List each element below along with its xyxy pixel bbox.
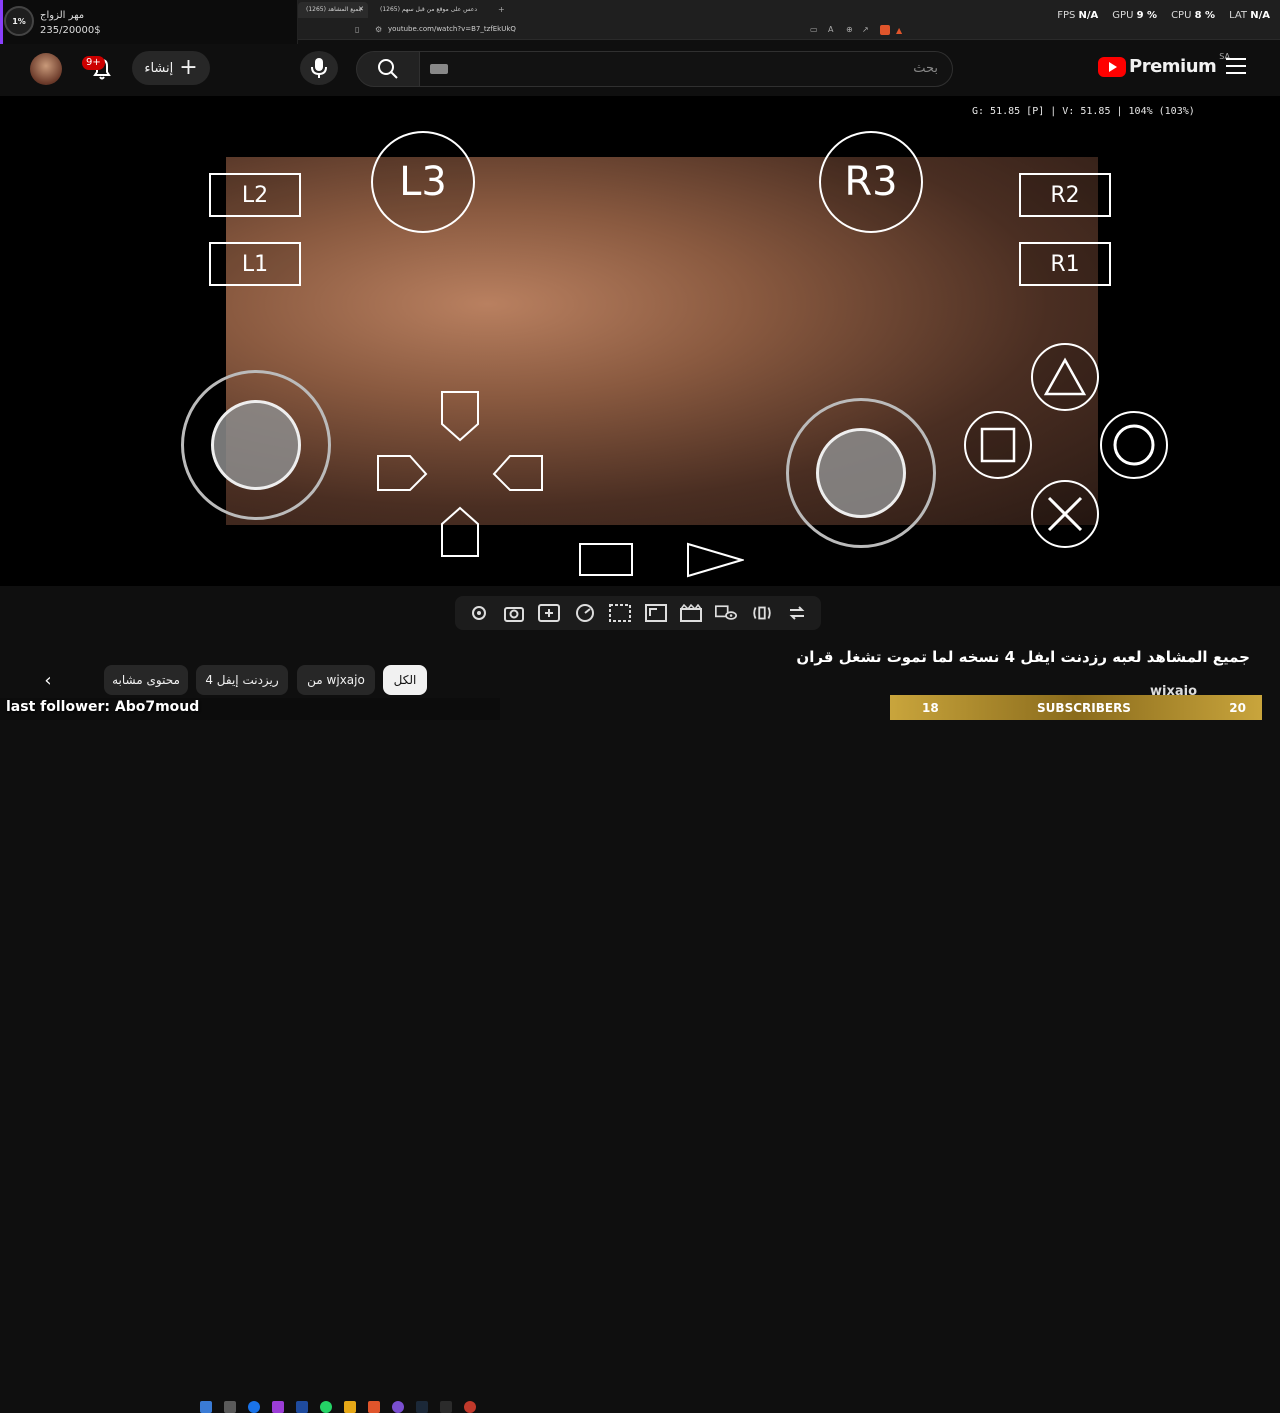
goal-amount: 235/20000$	[40, 25, 101, 36]
search-placeholder: بحث	[913, 61, 938, 76]
voice-search-button[interactable]	[300, 51, 338, 85]
tab-label: (1265) جميع المشاهد	[306, 6, 363, 13]
subs-label: SUBSCRIBERS	[1037, 700, 1131, 715]
emulator-stats: G: 51.85 [P] | V: 51.85 | 104% (103%)	[972, 106, 1195, 117]
browser-tab[interactable]: (1265) دعس على موقع من قبل سهم	[372, 2, 492, 18]
subs-current: 18	[922, 700, 939, 715]
plus-icon: +	[179, 55, 198, 80]
video-frame	[226, 157, 1098, 525]
vibration-icon[interactable]	[751, 602, 773, 624]
bookmark-icon[interactable]: ▯	[355, 25, 359, 34]
chip-from-channel[interactable]: من wjxajo	[297, 665, 375, 695]
l2-button[interactable]: L2	[209, 173, 301, 217]
obs-icon[interactable]	[392, 1401, 404, 1413]
menu-button[interactable]	[1226, 58, 1246, 76]
select-button[interactable]	[579, 543, 633, 576]
photoshop-icon[interactable]	[296, 1401, 308, 1413]
dpad-down-icon	[441, 506, 479, 557]
add-effect-icon[interactable]	[538, 602, 561, 624]
clapperboard-icon[interactable]	[680, 602, 703, 624]
aspect-ratio-icon[interactable]	[644, 602, 667, 624]
chip-resident-evil-4[interactable]: ريزدنت إيفل 4	[196, 665, 288, 695]
url-text[interactable]: youtube.com/watch?v=B7_tzfEkUkQ	[388, 25, 516, 33]
keyboard-icon[interactable]	[430, 64, 448, 74]
triangle-button[interactable]	[1031, 343, 1099, 411]
dpad-right-icon	[492, 455, 543, 491]
create-label: إنشاء	[144, 60, 174, 76]
filmstrip-icon[interactable]	[609, 602, 632, 624]
site-settings-icon[interactable]: ⚙	[375, 25, 382, 34]
donation-goal-overlay: 1% مهر الزواج 235/20000$	[0, 0, 298, 44]
video-title: جميع المشاهد لعبه رزدنت ايفل 4 نسخه لما …	[796, 648, 1250, 666]
app-icon[interactable]	[464, 1401, 476, 1413]
folder-icon[interactable]	[344, 1401, 356, 1413]
app-icon[interactable]	[224, 1401, 236, 1413]
app-icon[interactable]	[200, 1401, 212, 1413]
screenshot-camera-icon[interactable]	[503, 602, 525, 624]
brave-rewards-icon[interactable]: ▲	[896, 26, 902, 35]
cross-button[interactable]	[1031, 480, 1099, 548]
emulator-toolbar	[455, 596, 821, 630]
goal-accent-bar	[0, 0, 3, 44]
browser-tab-active[interactable]: (1265) جميع المشاهد ✕	[298, 2, 368, 18]
share-icon[interactable]: ↗	[862, 25, 869, 34]
search-button[interactable]	[356, 51, 420, 87]
right-analog-stick[interactable]	[786, 398, 936, 548]
speed-gauge-icon[interactable]	[574, 602, 596, 624]
r2-button[interactable]: R2	[1019, 173, 1111, 217]
cross-icon	[1047, 496, 1083, 532]
youtube-play-icon	[1098, 56, 1126, 77]
translate-icon[interactable]: A	[828, 25, 833, 34]
chevron-left-icon[interactable]: ‹	[34, 665, 62, 695]
right-stick-knob[interactable]	[816, 428, 906, 518]
premiere-icon[interactable]	[272, 1401, 284, 1413]
chrome-icon[interactable]	[248, 1401, 260, 1413]
search-input[interactable]: بحث	[419, 51, 953, 87]
goal-title: مهر الزواج	[40, 10, 85, 21]
l3-button[interactable]: L3	[371, 131, 475, 233]
notification-badge: 9+	[82, 56, 105, 70]
goal-percent: 1%	[4, 6, 34, 36]
steam-icon[interactable]	[416, 1401, 428, 1413]
r3-button[interactable]: R3	[819, 131, 923, 233]
extension-icon[interactable]: ▭	[810, 25, 818, 34]
swap-icon[interactable]	[786, 602, 808, 624]
l1-button[interactable]: L1	[209, 242, 301, 286]
create-button[interactable]: إنشاء +	[132, 51, 210, 85]
brave-icon[interactable]	[368, 1401, 380, 1413]
start-button[interactable]	[686, 542, 744, 578]
dpad-left-icon	[377, 455, 428, 491]
brave-shield-icon[interactable]	[880, 25, 890, 35]
tab-label: (1265) دعس على موقع من قبل سهم	[380, 6, 478, 13]
subscriber-goal-bar: 18 SUBSCRIBERS 20	[890, 695, 1262, 720]
settings-gear-icon[interactable]	[468, 602, 490, 624]
chip-all[interactable]: الكل	[383, 665, 427, 695]
app-icon[interactable]	[440, 1401, 452, 1413]
zoom-icon[interactable]: ⊕	[846, 25, 853, 34]
new-tab-icon[interactable]: +	[498, 5, 505, 14]
dpad[interactable]	[376, 390, 546, 560]
left-analog-stick[interactable]	[181, 370, 331, 520]
circle-button[interactable]	[1100, 411, 1168, 479]
chip-related[interactable]: محتوى مشابه	[104, 665, 188, 695]
left-stick-knob[interactable]	[211, 400, 301, 490]
square-button[interactable]	[964, 411, 1032, 479]
circle-icon	[1113, 424, 1155, 466]
r1-button[interactable]: R1	[1019, 242, 1111, 286]
view-eye-icon[interactable]	[715, 602, 738, 624]
youtube-premium-logo[interactable]: Premium SA	[1098, 52, 1230, 77]
whatsapp-icon[interactable]	[320, 1401, 332, 1413]
last-follower-overlay: last follower: Abo7moud	[6, 699, 200, 715]
start-icon	[687, 542, 744, 578]
subs-goal: 20	[1229, 700, 1246, 715]
logo-word: Premium	[1129, 56, 1217, 77]
triangle-icon	[1043, 357, 1087, 396]
avatar[interactable]	[30, 53, 62, 85]
tab-close-icon[interactable]: ✕	[358, 5, 364, 13]
microphone-icon	[311, 58, 327, 78]
search-icon	[378, 59, 398, 79]
dpad-up-icon	[441, 391, 479, 442]
square-icon	[980, 427, 1016, 463]
